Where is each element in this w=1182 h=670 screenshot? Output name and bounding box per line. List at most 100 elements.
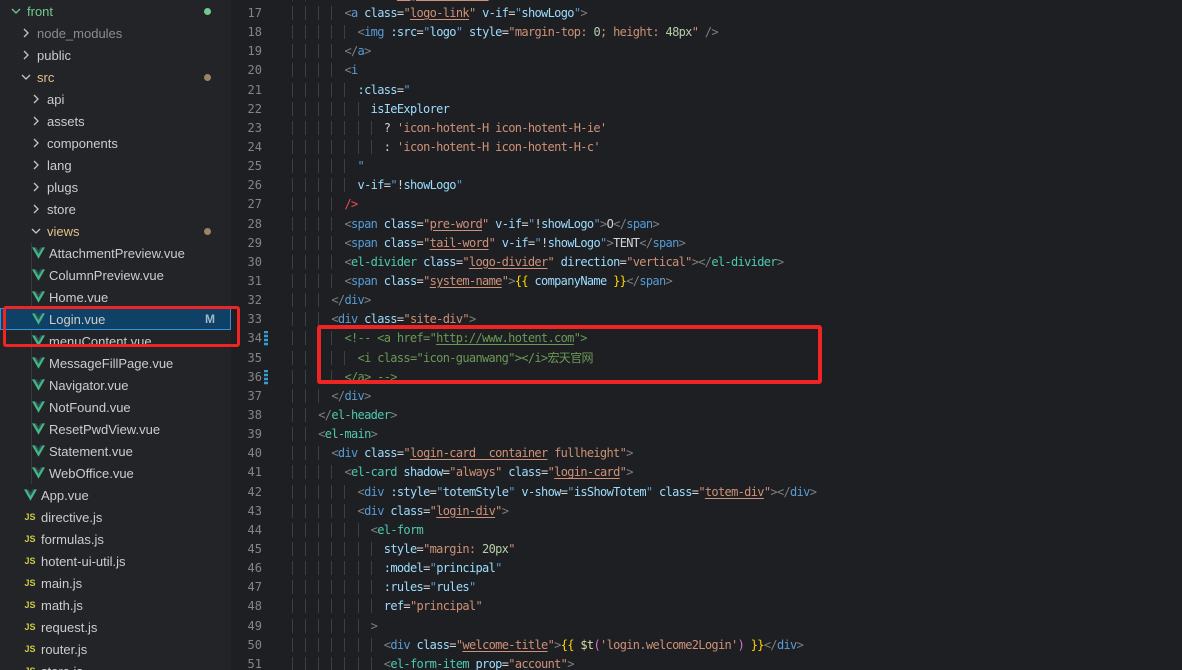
code-line-24[interactable]: 24 : 'icon-hotent-H icon-hotent-H-c' [231, 138, 1182, 157]
code-line-27[interactable]: 27 /> [231, 195, 1182, 214]
sidebar-item-attachmentpreview-vue[interactable]: AttachmentPreview.vue [0, 242, 231, 264]
line-number[interactable]: 51 [231, 655, 262, 670]
line-number[interactable]: 29 [231, 234, 262, 253]
chevron-right-icon[interactable] [28, 201, 44, 217]
code-line-26[interactable]: 26 v-if="!showLogo" [231, 176, 1182, 195]
code-line-33[interactable]: 33 <div class="site-div"> [231, 310, 1182, 329]
code-line-37[interactable]: 37 </div> [231, 387, 1182, 406]
line-number[interactable]: 27 [231, 195, 262, 214]
sidebar-item-navigator-vue[interactable]: Navigator.vue [0, 374, 231, 396]
sidebar-item-app-vue[interactable]: App.vue [0, 484, 231, 506]
code-line-48[interactable]: 48 ref="principal" [231, 597, 1182, 616]
sidebar-item-login-vue[interactable]: Login.vue M [0, 308, 231, 330]
sidebar-item-api[interactable]: api [0, 88, 231, 110]
code-line-47[interactable]: 47 :rules="rules" [231, 578, 1182, 597]
line-number[interactable]: 50 [231, 636, 262, 655]
code-editor[interactable]: 16 <div class="logo-container">17 <a cla… [231, 0, 1182, 670]
line-number[interactable]: 35 [231, 349, 262, 368]
code-line-21[interactable]: 21 :class=" [231, 81, 1182, 100]
sidebar-item-router-js[interactable]: JS router.js [0, 638, 231, 660]
sidebar-item-front[interactable]: front [0, 0, 231, 22]
line-number[interactable]: 49 [231, 617, 262, 636]
line-number[interactable]: 48 [231, 597, 262, 616]
code-line-38[interactable]: 38 </el-header> [231, 406, 1182, 425]
line-number[interactable]: 18 [231, 23, 262, 42]
code-line-49[interactable]: 49 > [231, 617, 1182, 636]
code-line-23[interactable]: 23 ? 'icon-hotent-H icon-hotent-H-ie' [231, 119, 1182, 138]
line-number[interactable]: 22 [231, 100, 262, 119]
sidebar-item-node-modules[interactable]: node_modules [0, 22, 231, 44]
line-number[interactable]: 41 [231, 463, 262, 482]
sidebar-item-main-js[interactable]: JS main.js [0, 572, 231, 594]
sidebar-item-notfound-vue[interactable]: NotFound.vue [0, 396, 231, 418]
code-line-29[interactable]: 29 <span class="tail-word" v-if="!showLo… [231, 234, 1182, 253]
sidebar-item-directive-js[interactable]: JS directive.js [0, 506, 231, 528]
sidebar-item-hotent-ui-util-js[interactable]: JS hotent-ui-util.js [0, 550, 231, 572]
line-number[interactable]: 46 [231, 559, 262, 578]
line-number[interactable]: 17 [231, 4, 262, 23]
chevron-right-icon[interactable] [28, 91, 44, 107]
sidebar-item-store-js[interactable]: JSstore.js [0, 660, 231, 670]
chevron-right-icon[interactable] [18, 47, 34, 63]
chevron-right-icon[interactable] [28, 135, 44, 151]
chevron-right-icon[interactable] [28, 157, 44, 173]
chevron-right-icon[interactable] [18, 25, 34, 41]
code-line-40[interactable]: 40 <div class="login-card__container ful… [231, 444, 1182, 463]
code-line-34[interactable]: 34 <!-- <a href="http://www.hotent.com"> [231, 329, 1182, 348]
code-line-39[interactable]: 39 <el-main> [231, 425, 1182, 444]
code-line-20[interactable]: 20 <i [231, 61, 1182, 80]
sidebar-item-plugs[interactable]: plugs [0, 176, 231, 198]
code-line-19[interactable]: 19 </a> [231, 42, 1182, 61]
line-number[interactable]: 26 [231, 176, 262, 195]
sidebar-item-assets[interactable]: assets [0, 110, 231, 132]
line-number[interactable]: 28 [231, 215, 262, 234]
line-number[interactable]: 24 [231, 138, 262, 157]
sidebar-item-src[interactable]: src [0, 66, 231, 88]
line-number[interactable]: 25 [231, 157, 262, 176]
sidebar-item-columnpreview-vue[interactable]: ColumnPreview.vue [0, 264, 231, 286]
code-line-32[interactable]: 32 </div> [231, 291, 1182, 310]
sidebar-item-formulas-js[interactable]: JS formulas.js [0, 528, 231, 550]
chevron-down-icon[interactable] [8, 3, 24, 19]
code-line-43[interactable]: 43 <div class="login-div"> [231, 502, 1182, 521]
line-number[interactable]: 34 [231, 329, 262, 348]
line-number[interactable]: 37 [231, 387, 262, 406]
sidebar-item-views[interactable]: views [0, 220, 231, 242]
line-number[interactable]: 43 [231, 502, 262, 521]
line-number[interactable]: 21 [231, 81, 262, 100]
sidebar-item-math-js[interactable]: JS math.js [0, 594, 231, 616]
line-number[interactable]: 42 [231, 483, 262, 502]
code-line-41[interactable]: 41 <el-card shadow="always" class="login… [231, 463, 1182, 482]
sidebar-item-home-vue[interactable]: Home.vue [0, 286, 231, 308]
line-number[interactable]: 20 [231, 61, 262, 80]
sidebar-item-resetpwdview-vue[interactable]: ResetPwdView.vue [0, 418, 231, 440]
code-line-22[interactable]: 22 isIeExplorer [231, 100, 1182, 119]
code-line-25[interactable]: 25 " [231, 157, 1182, 176]
sidebar-item-store[interactable]: store [0, 198, 231, 220]
line-number[interactable]: 44 [231, 521, 262, 540]
sidebar-item-messagefillpage-vue[interactable]: MessageFillPage.vue [0, 352, 231, 374]
sidebar-item-statement-vue[interactable]: Statement.vue [0, 440, 231, 462]
code-line-30[interactable]: 30 <el-divider class="logo-divider" dire… [231, 253, 1182, 272]
sidebar-item-menucontent-vue[interactable]: menuContent.vue [0, 330, 231, 352]
line-number[interactable]: 31 [231, 272, 262, 291]
code-line-44[interactable]: 44 <el-form [231, 521, 1182, 540]
code-line-36[interactable]: 36 </a> --> [231, 368, 1182, 387]
sidebar-item-components[interactable]: components [0, 132, 231, 154]
line-number[interactable]: 33 [231, 310, 262, 329]
code-line-45[interactable]: 45 style="margin: 20px" [231, 540, 1182, 559]
chevron-right-icon[interactable] [28, 179, 44, 195]
code-line-17[interactable]: 17 <a class="logo-link" v-if="showLogo"> [231, 4, 1182, 23]
chevron-down-icon[interactable] [28, 223, 44, 239]
code-line-42[interactable]: 42 <div :style="totemStyle" v-show="isSh… [231, 483, 1182, 502]
line-number[interactable]: 47 [231, 578, 262, 597]
code-line-28[interactable]: 28 <span class="pre-word" v-if="!showLog… [231, 215, 1182, 234]
chevron-down-icon[interactable] [18, 69, 34, 85]
code-line-46[interactable]: 46 :model="principal" [231, 559, 1182, 578]
line-number[interactable]: 36 [231, 368, 262, 387]
sidebar-item-weboffice-vue[interactable]: WebOffice.vue [0, 462, 231, 484]
line-number[interactable]: 23 [231, 119, 262, 138]
code-line-31[interactable]: 31 <span class="system-name">{{ companyN… [231, 272, 1182, 291]
code-line-51[interactable]: 51 <el-form-item prop="account"> [231, 655, 1182, 670]
line-number[interactable]: 39 [231, 425, 262, 444]
